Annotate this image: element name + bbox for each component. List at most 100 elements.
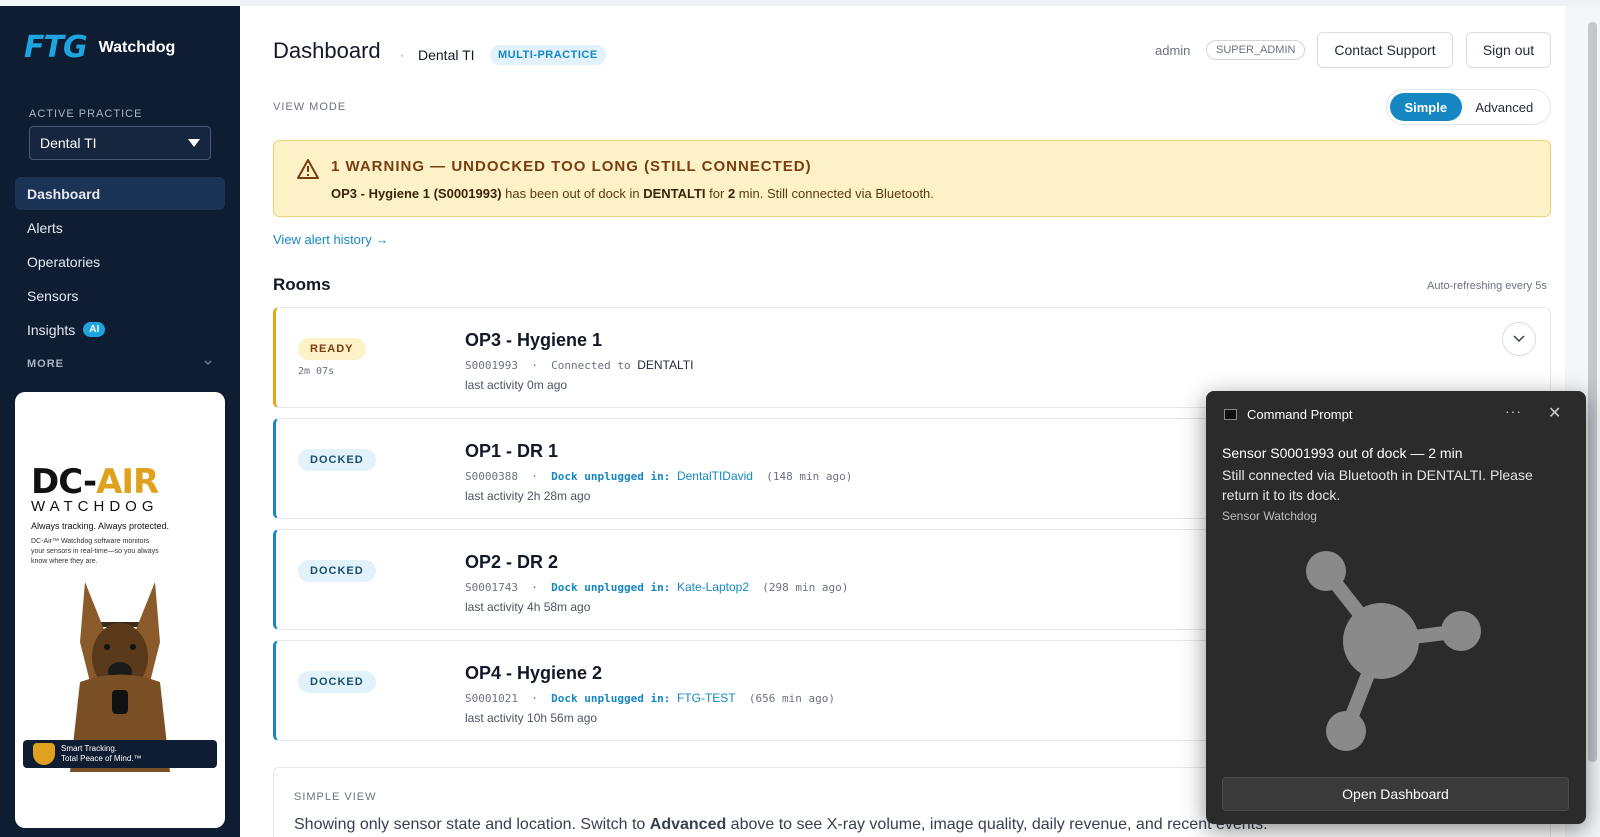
ad-footer-line: Total Peace of Mind.™ <box>61 754 142 763</box>
sidebar-item-insights[interactable]: Insights AI <box>15 313 225 346</box>
last-activity: last activity 2h 28m ago <box>465 489 591 503</box>
sidebar-nav: Dashboard Alerts Operatories Sensors Ins… <box>15 177 225 347</box>
connection-location: DENTALTI <box>637 358 694 372</box>
ad-description: DC-Air™ Watchdog software monitors your … <box>31 538 159 565</box>
room-meta: S0001743 · Dock unplugged in: Kate-Lapto… <box>465 580 849 594</box>
role-badge: SUPER_ADMIN <box>1206 40 1306 60</box>
chevron-down-icon <box>1513 335 1525 343</box>
time-ago: (148 min ago) <box>766 470 853 483</box>
expand-room-button[interactable] <box>1502 322 1536 356</box>
sensor-id: S0001743 <box>465 581 518 594</box>
sidebar-item-alerts[interactable]: Alerts <box>15 211 225 244</box>
dc-air-logo: DC-AIR <box>31 462 159 502</box>
room-meta: S0001993 · Connected to DENTALTI <box>465 358 694 372</box>
brand[interactable]: FTG Watchdog <box>24 30 175 65</box>
network-hub-icon <box>1306 551 1481 751</box>
sidebar-item-label: Insights <box>27 321 76 338</box>
status-badge: DOCKED <box>298 560 376 582</box>
practice-select[interactable]: Dental TI <box>29 126 211 160</box>
sidebar: FTG Watchdog ACTIVE PRACTICE Dental TI D… <box>0 6 240 837</box>
status-badge: DOCKED <box>298 449 376 471</box>
warning-title: 1 WARNING — UNDOCKED TOO LONG (STILL CON… <box>331 158 812 175</box>
ftg-logo: FTG <box>24 30 88 65</box>
title-separator: · <box>400 48 404 62</box>
simple-view-label: SIMPLE VIEW <box>294 791 377 803</box>
sidebar-item-label: Operatories <box>27 253 101 270</box>
simple-view-text: Showing only sensor state and location. … <box>294 816 1268 833</box>
sensor-id: S0001021 <box>465 692 518 705</box>
connection-location-link[interactable]: Kate-Laptop2 <box>677 580 749 594</box>
toast-body: Still connected via Bluetooth in DENTALT… <box>1222 467 1533 503</box>
connection-label: Dock unplugged in: <box>551 470 671 483</box>
sidebar-item-label: Alerts <box>27 219 63 236</box>
ad-tagline: Always tracking. Always protected. <box>31 521 170 531</box>
more-section-toggle[interactable]: MORE <box>27 358 213 370</box>
view-mode-advanced[interactable]: Advanced <box>1462 93 1547 121</box>
room-meta: S0001021 · Dock unplugged in: FTG-TEST (… <box>465 691 835 705</box>
more-label: MORE <box>27 358 64 370</box>
sign-out-button[interactable]: Sign out <box>1466 32 1551 68</box>
room-meta: S0000388 · Dock unplugged in: DentalTIDa… <box>465 469 853 483</box>
ai-badge: AI <box>83 322 106 337</box>
toast-notification[interactable]: Command Prompt ··· ✕ Sensor S0001993 out… <box>1206 391 1586 824</box>
warning-banner: 1 WARNING — UNDOCKED TOO LONG (STILL CON… <box>273 140 1551 217</box>
ad-footer-line: Smart Tracking. <box>61 744 118 753</box>
shield-icon <box>33 743 55 765</box>
page-title: Dashboard <box>273 38 381 63</box>
chevron-down-icon <box>204 360 212 365</box>
connection-location-link[interactable]: FTG-TEST <box>677 691 736 705</box>
last-activity: last activity 4h 58m ago <box>465 600 591 614</box>
connection-location-link[interactable]: DentalTIDavid <box>677 469 753 483</box>
dc-air-ad[interactable]: DC-AIR WATCHDOG Always tracking. Always … <box>15 392 225 828</box>
room-name: OP4 - Hygiene 2 <box>465 663 603 683</box>
view-alert-history-link[interactable]: View alert history → <box>273 232 388 247</box>
ad-logo-sub: WATCHDOG <box>31 498 159 515</box>
auto-refresh-label: Auto-refreshing every 5s <box>1427 280 1547 292</box>
warning-icon <box>297 159 319 179</box>
toast-source: Sensor Watchdog <box>1222 509 1317 523</box>
sidebar-item-label: Dashboard <box>27 185 101 202</box>
page-scrollbar[interactable] <box>1588 22 1597 762</box>
caret-down-icon <box>188 139 200 147</box>
contact-support-button[interactable]: Contact Support <box>1317 32 1453 68</box>
sidebar-item-sensors[interactable]: Sensors <box>15 279 225 312</box>
sidebar-item-dashboard[interactable]: Dashboard <box>15 177 225 210</box>
close-icon[interactable]: ✕ <box>1548 403 1561 423</box>
warning-text: OP3 - Hygiene 1 (S0001993) has been out … <box>331 186 934 201</box>
toast-title: Sensor S0001993 out of dock — 2 min <box>1222 445 1463 461</box>
active-practice-label: ACTIVE PRACTICE <box>29 108 143 120</box>
status-badge: DOCKED <box>298 671 376 693</box>
header-practice-name: Dental TI <box>418 47 475 63</box>
toast-header: Command Prompt <box>1224 407 1352 422</box>
ad-header: DC-AIR WATCHDOG Always tracking. Always … <box>31 462 169 567</box>
more-options-icon[interactable]: ··· <box>1505 403 1522 419</box>
multi-practice-badge: MULTI-PRACTICE <box>490 45 606 65</box>
toast-app-name: Command Prompt <box>1247 407 1353 422</box>
sensor-id: S0000388 <box>465 470 518 483</box>
last-activity: last activity 0m ago <box>465 378 568 392</box>
room-name: OP1 - DR 1 <box>465 441 559 461</box>
ad-footer-banner: Smart Tracking. Total Peace of Mind.™ <box>23 740 217 768</box>
app-name: Watchdog <box>98 38 176 56</box>
room-name: OP2 - DR 2 <box>465 552 559 572</box>
user-name: admin <box>1155 43 1191 58</box>
rooms-title: Rooms <box>273 275 331 294</box>
warning-location: DENTALTI <box>643 186 706 201</box>
open-dashboard-button[interactable]: Open Dashboard <box>1222 777 1569 811</box>
view-mode-label: VIEW MODE <box>273 101 347 113</box>
command-prompt-icon <box>1224 409 1237 420</box>
connection-label: Connected to <box>551 359 631 372</box>
warning-sensor: OP3 - Hygiene 1 (S0001993) <box>331 186 502 201</box>
sidebar-item-operatories[interactable]: Operatories <box>15 245 225 278</box>
time-ago: (656 min ago) <box>748 692 835 705</box>
status-badge: READY <box>298 338 366 360</box>
connection-label: Dock unplugged in: <box>551 692 671 705</box>
sidebar-item-label: Sensors <box>27 287 79 304</box>
sensor-id: S0001993 <box>465 359 518 372</box>
last-activity: last activity 10h 56m ago <box>465 711 598 725</box>
view-mode-toggle: Simple Advanced <box>1386 89 1551 125</box>
practice-select-value: Dental TI <box>40 135 97 151</box>
view-mode-simple[interactable]: Simple <box>1390 93 1462 121</box>
room-name: OP3 - Hygiene 1 <box>465 330 603 350</box>
connection-label: Dock unplugged in: <box>551 581 671 594</box>
